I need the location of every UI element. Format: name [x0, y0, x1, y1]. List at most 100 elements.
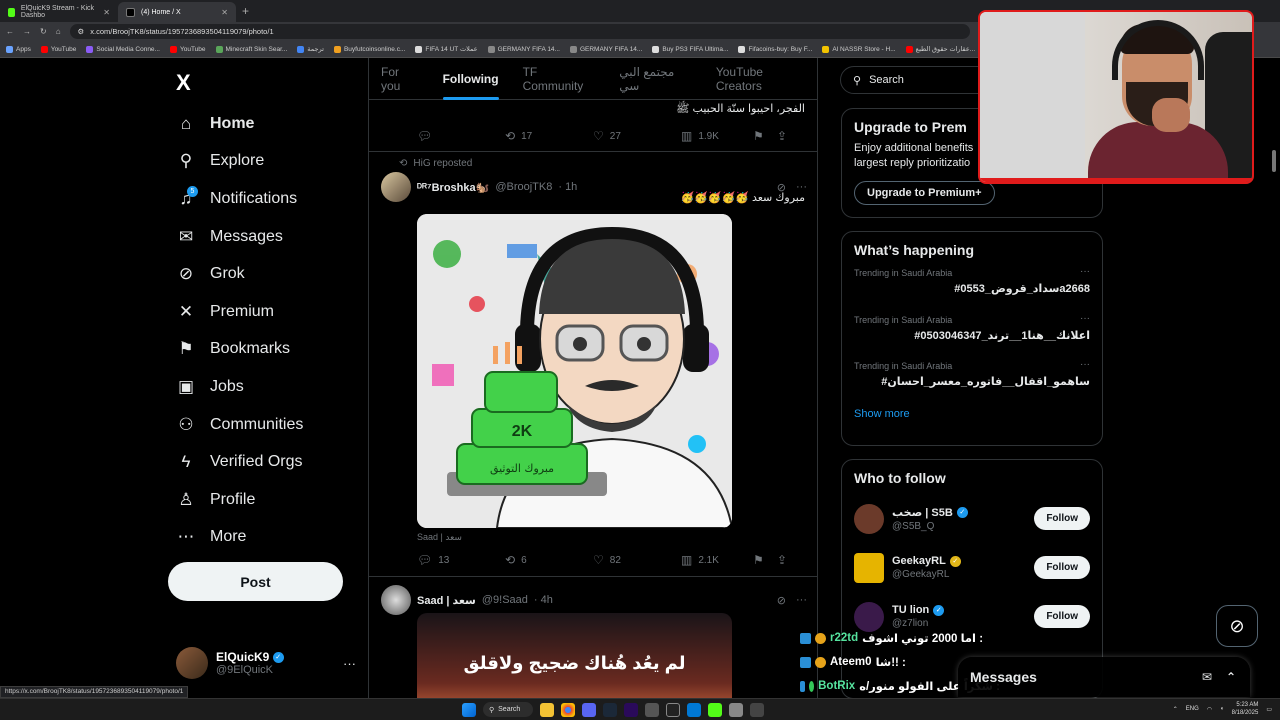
- repost-button[interactable]: ⟲ 6: [505, 553, 593, 567]
- expand-chevron-icon[interactable]: ⌃: [1226, 670, 1236, 684]
- tweet-time[interactable]: · 4h: [534, 594, 553, 606]
- premiere-icon[interactable]: [624, 702, 638, 717]
- bookmark-button[interactable]: ⚑: [753, 129, 777, 143]
- clock[interactable]: 5:23 AM 8/18/2025: [1232, 701, 1259, 717]
- bookmark-item[interactable]: Apps: [6, 45, 31, 53]
- tab-4[interactable]: YouTube Creators: [704, 58, 817, 100]
- tab-0[interactable]: For you: [369, 58, 431, 100]
- app-icon[interactable]: [729, 702, 743, 717]
- tweet-image[interactable]: لم يعُد هُناك ضجيج ولاقلق: [417, 613, 732, 698]
- app-icon[interactable]: [750, 702, 764, 717]
- bookmark-item[interactable]: Minecraft Skin Sear...: [215, 45, 287, 53]
- home-browser-icon[interactable]: ⌂: [56, 27, 61, 36]
- vscode-icon[interactable]: [687, 702, 701, 717]
- share-button[interactable]: ⇪: [777, 129, 787, 143]
- nav-item-more[interactable]: ⋯ More: [176, 519, 366, 557]
- grok-explain-icon[interactable]: ⊘: [777, 594, 786, 607]
- file-explorer-icon[interactable]: [540, 702, 554, 717]
- like-button[interactable]: ♡ 82: [593, 553, 681, 567]
- address-bar[interactable]: ⚙ x.com/BroojTK8/status/1957236893504119…: [69, 24, 970, 39]
- nav-item-grok[interactable]: ⊘ Grok: [176, 255, 366, 293]
- discord-icon[interactable]: [582, 702, 596, 717]
- follow-suggestion[interactable]: GeekayRL ✓ @GeekayRL Follow: [854, 543, 1090, 592]
- tweet-author-handle[interactable]: @9!Saad: [482, 594, 528, 606]
- trend-item[interactable]: Trending in Saudi Arabia #سداد_قروض_0553a…: [854, 264, 1090, 311]
- nav-item-premium[interactable]: ✕ Premium: [176, 293, 366, 331]
- messages-drawer[interactable]: Messages ✉ ⌃: [958, 657, 1250, 697]
- reply-button[interactable]: 💬︎: [417, 129, 505, 143]
- post-button[interactable]: Post: [168, 562, 343, 601]
- language-indicator[interactable]: ENG: [1186, 706, 1199, 712]
- new-tab-button[interactable]: +: [236, 4, 255, 18]
- upgrade-premium-button[interactable]: Upgrade to Premium+: [854, 181, 995, 205]
- nav-item-explore[interactable]: ⚲ Explore: [176, 143, 366, 181]
- views-button[interactable]: ▥ 2.1K: [681, 553, 753, 567]
- share-button[interactable]: ⇪: [777, 553, 787, 567]
- grok-floating-button[interactable]: ⊘: [1216, 605, 1258, 647]
- account-switcher[interactable]: ElQuicK9 ✓ @9ElQuicK ···: [176, 646, 356, 680]
- follow-button[interactable]: Follow: [1034, 605, 1090, 628]
- browser-tab-kick[interactable]: ElQuicK9 Stream - Kick Dashbo ✕: [0, 2, 118, 22]
- bookmark-item[interactable]: ترجمة: [297, 45, 324, 53]
- forward-icon[interactable]: →: [23, 27, 31, 36]
- bookmark-item[interactable]: Social Media Conne...: [86, 45, 160, 53]
- follow-button[interactable]: Follow: [1034, 556, 1090, 579]
- reply-button[interactable]: 💬︎ 13: [417, 553, 505, 567]
- nav-item-messages[interactable]: ✉ Messages: [176, 218, 366, 256]
- tab-3[interactable]: مجتمع البي سي: [607, 58, 704, 100]
- tweet-author-name[interactable]: ᴰᴿ⁷Broshka🐿️: [417, 181, 489, 194]
- follow-button[interactable]: Follow: [1034, 507, 1090, 530]
- steam-icon[interactable]: [603, 702, 617, 717]
- tweet-image[interactable]: 2K مبروك التوثيق: [417, 214, 732, 528]
- notifications-tray-icon[interactable]: ▭: [1266, 706, 1272, 713]
- avatar[interactable]: [854, 503, 884, 534]
- follow-suggestion[interactable]: صخب | S5B ✓ @S5B_Q Follow: [854, 494, 1090, 543]
- calculator-icon[interactable]: [645, 702, 659, 717]
- nav-item-communities[interactable]: ⚇ Communities: [176, 406, 366, 444]
- tray-chevron-icon[interactable]: ⌃: [1173, 706, 1178, 713]
- browser-tab-x-home[interactable]: (4) Home / X ✕: [118, 2, 236, 22]
- repost-button[interactable]: ⟲ 17: [505, 129, 593, 143]
- tweet-time[interactable]: · 1h: [558, 181, 577, 193]
- tab-1[interactable]: Following: [431, 58, 511, 100]
- bookmark-item[interactable]: Buyfutcoinsonline.c...: [333, 45, 405, 53]
- page-scrollbar[interactable]: [1272, 150, 1276, 172]
- kick-icon[interactable]: [708, 702, 722, 717]
- nav-item-profile[interactable]: ♙ Profile: [176, 481, 366, 519]
- tab-2[interactable]: TF Community: [511, 58, 608, 100]
- bookmark-item[interactable]: FIFA 14 UT عملات: [415, 45, 478, 53]
- back-icon[interactable]: ←: [6, 27, 14, 36]
- show-more-link[interactable]: Show more: [854, 408, 1090, 420]
- nav-item-jobs[interactable]: ▣ Jobs: [176, 368, 366, 406]
- site-info-icon[interactable]: ⚙: [78, 27, 85, 36]
- obs-icon[interactable]: [666, 702, 680, 717]
- tweet-author-name[interactable]: Saad | سعد: [417, 594, 476, 607]
- bookmark-item[interactable]: GERMANY FIFA 14...: [569, 45, 642, 53]
- nav-item-verified-orgs[interactable]: ϟ Verified Orgs: [176, 443, 366, 481]
- nav-item-home[interactable]: ⌂ Home: [176, 105, 366, 143]
- bookmark-item[interactable]: YouTube: [40, 45, 76, 53]
- more-options-icon[interactable]: ···: [343, 656, 356, 671]
- more-options-icon[interactable]: ···: [1080, 313, 1090, 324]
- new-message-icon[interactable]: ✉: [1202, 670, 1212, 684]
- tweet-author-handle[interactable]: @BroojTK8: [495, 181, 552, 193]
- close-tab-icon[interactable]: ✕: [221, 8, 228, 17]
- bookmark-item[interactable]: GERMANY FIFA 14...: [487, 45, 560, 53]
- close-tab-icon[interactable]: ✕: [103, 8, 110, 17]
- wifi-icon[interactable]: ◠: [1207, 706, 1212, 713]
- avatar[interactable]: [381, 585, 411, 615]
- more-options-icon[interactable]: ···: [1080, 266, 1090, 277]
- more-options-icon[interactable]: ···: [796, 594, 807, 607]
- chrome-icon[interactable]: [561, 702, 575, 717]
- bookmark-item[interactable]: Al NASSR Store - H...: [822, 45, 896, 53]
- trend-item[interactable]: Trending in Saudi Arabia #ساهمو_اقفال__فا…: [854, 357, 1090, 404]
- like-button[interactable]: ♡ 27: [593, 129, 681, 143]
- nav-item-bookmarks[interactable]: ⚑ Bookmarks: [176, 331, 366, 369]
- x-logo-icon[interactable]: X: [176, 70, 191, 96]
- avatar[interactable]: [854, 552, 884, 583]
- reload-icon[interactable]: ↻: [40, 27, 47, 36]
- avatar[interactable]: [381, 172, 411, 202]
- trend-item[interactable]: Trending in Saudi Arabia #اعلانك__هنا1__ت…: [854, 311, 1090, 358]
- bookmark-item[interactable]: Buy PS3 FIFA Ultima...: [652, 45, 728, 53]
- taskbar-search[interactable]: ⚲ Search: [483, 702, 533, 717]
